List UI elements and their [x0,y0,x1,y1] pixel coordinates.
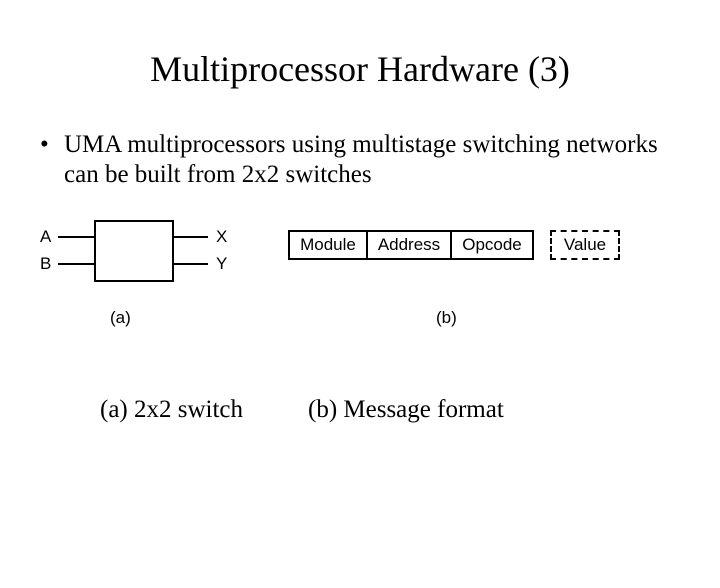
port-label-b: B [40,254,51,274]
port-line-x [172,236,208,238]
switch-box [94,220,174,282]
msg-field-address: Address [366,230,452,260]
figure-area: A B X Y (a) Module Address Opcode Value … [40,224,680,364]
port-label-x: X [216,227,227,247]
page-title: Multiprocessor Hardware (3) [0,48,720,90]
caption-b: (b) Message format [308,396,504,424]
switch-figure-label: (a) [110,308,131,328]
port-line-y [172,263,208,265]
bullet-list: • UMA multiprocessors using multistage s… [40,130,680,190]
port-label-a: A [40,227,51,247]
bullet-item: • UMA multiprocessors using multistage s… [40,130,680,190]
bullet-marker: • [40,130,64,160]
msg-field-value: Value [550,230,620,260]
bullet-text: UMA multiprocessors using multistage swi… [64,130,680,190]
port-line-a [58,236,94,238]
msg-field-opcode: Opcode [450,230,534,260]
captions-row: (a) 2x2 switch (b) Message format [0,396,720,436]
port-label-y: Y [216,254,227,274]
port-line-b [58,263,94,265]
msg-field-module: Module [288,230,368,260]
message-figure-label: (b) [436,308,457,328]
caption-a: (a) 2x2 switch [100,396,243,424]
